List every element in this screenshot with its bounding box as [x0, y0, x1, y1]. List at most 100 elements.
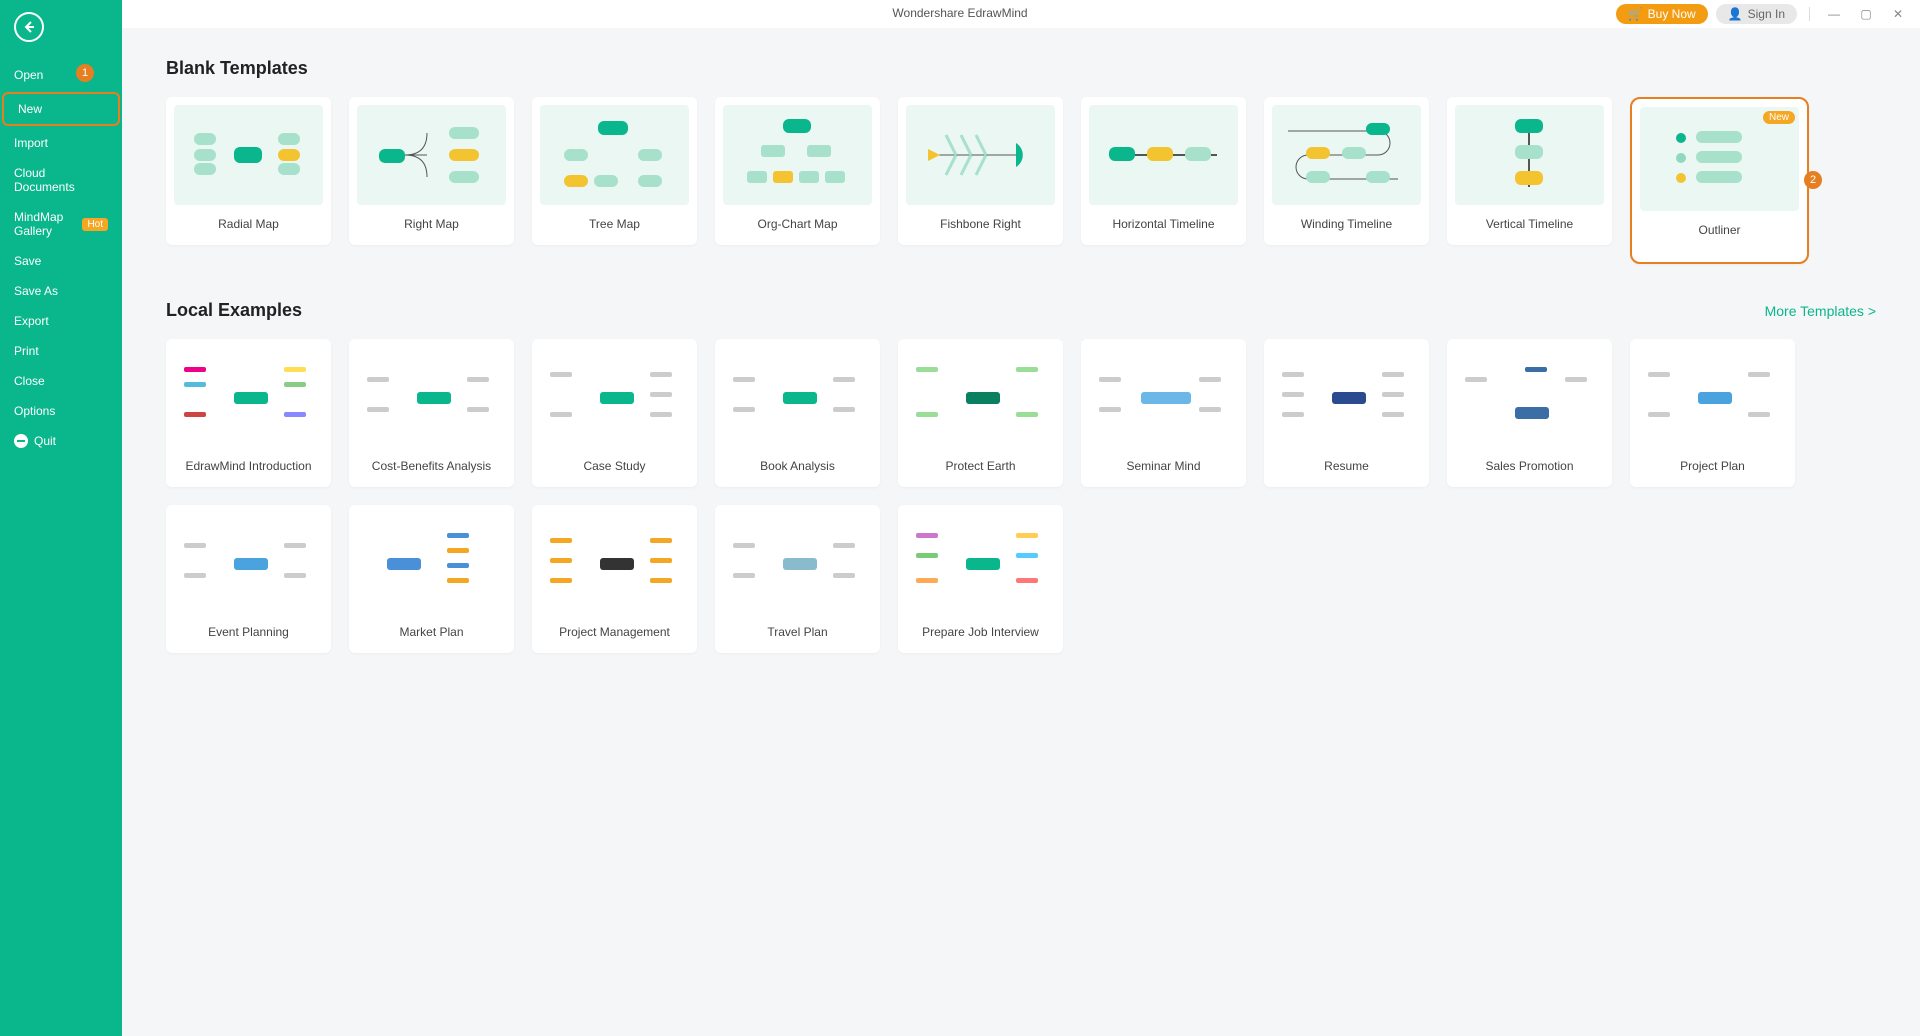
sidebar-item-export[interactable]: Export: [0, 306, 122, 336]
more-templates-link[interactable]: More Templates >: [1765, 303, 1876, 319]
template-thumb: [723, 105, 872, 205]
example-label: Book Analysis: [760, 459, 835, 473]
back-button[interactable]: [14, 12, 44, 42]
template-thumb: [540, 105, 689, 205]
buy-now-button[interactable]: 🛒 Buy Now: [1616, 4, 1708, 24]
template-radial-map[interactable]: Radial Map: [166, 97, 331, 245]
example-thumb: [540, 347, 689, 447]
template-thumb: [357, 105, 506, 205]
separator: [1809, 7, 1810, 21]
sidebar-item-label: Print: [14, 344, 39, 358]
example-resume[interactable]: Resume: [1264, 339, 1429, 487]
sign-in-label: Sign In: [1748, 7, 1785, 21]
step-2-badge: 2: [1804, 171, 1822, 189]
titlebar: Wondershare EdrawMind 🛒 Buy Now 👤 Sign I…: [0, 0, 1920, 28]
sidebar-item-new[interactable]: New: [2, 92, 120, 126]
example-thumb: [1455, 347, 1604, 447]
sidebar-items: Open New Import Cloud Documents MindMap …: [0, 60, 122, 456]
local-examples-title: Local Examples: [166, 300, 302, 321]
example-thumb: [1638, 347, 1787, 447]
example-thumb: [906, 513, 1055, 613]
template-horizontal-timeline[interactable]: Horizontal Timeline: [1081, 97, 1246, 245]
sidebar-item-options[interactable]: Options: [0, 396, 122, 426]
sidebar-item-save[interactable]: Save: [0, 246, 122, 276]
example-label: Project Management: [559, 625, 670, 639]
example-seminar-mind[interactable]: Seminar Mind: [1081, 339, 1246, 487]
local-examples-grid: EdrawMind Introduction Cost-Benefits Ana…: [166, 339, 1876, 653]
example-label: Protect Earth: [945, 459, 1015, 473]
example-thumb: [1089, 347, 1238, 447]
sidebar-item-import[interactable]: Import: [0, 128, 122, 158]
sidebar-item-label: New: [18, 102, 42, 116]
example-project-management[interactable]: Project Management: [532, 505, 697, 653]
template-thumb: [1272, 105, 1421, 205]
template-label: Fishbone Right: [940, 217, 1021, 231]
example-thumb: [357, 347, 506, 447]
sidebar-item-cloud-documents[interactable]: Cloud Documents: [0, 158, 122, 202]
template-vertical-timeline[interactable]: Vertical Timeline: [1447, 97, 1612, 245]
blank-templates-title: Blank Templates: [166, 58, 1876, 79]
example-thumb: [723, 513, 872, 613]
sidebar-item-open[interactable]: Open: [0, 60, 122, 90]
example-event-planning[interactable]: Event Planning: [166, 505, 331, 653]
sidebar-item-label: Quit: [34, 434, 56, 448]
sidebar-item-print[interactable]: Print: [0, 336, 122, 366]
example-protect-earth[interactable]: Protect Earth: [898, 339, 1063, 487]
example-market-plan[interactable]: Market Plan: [349, 505, 514, 653]
example-thumb: [906, 347, 1055, 447]
example-edrawmind-introduction[interactable]: EdrawMind Introduction: [166, 339, 331, 487]
sidebar-item-save-as[interactable]: Save As: [0, 276, 122, 306]
example-label: Case Study: [583, 459, 645, 473]
template-label: Tree Map: [589, 217, 640, 231]
template-label: Winding Timeline: [1301, 217, 1392, 231]
arrow-left-icon: [22, 20, 36, 34]
template-thumb: [906, 105, 1055, 205]
example-label: Travel Plan: [767, 625, 827, 639]
quit-icon: [14, 434, 28, 448]
example-cost-benefits-analysis[interactable]: Cost-Benefits Analysis: [349, 339, 514, 487]
template-winding-timeline[interactable]: Winding Timeline: [1264, 97, 1429, 245]
sidebar-item-label: Options: [14, 404, 55, 418]
example-label: Market Plan: [399, 625, 463, 639]
sidebar-item-mindmap-gallery[interactable]: MindMap GalleryHot: [0, 202, 122, 246]
buy-now-label: Buy Now: [1648, 7, 1696, 21]
sign-in-button[interactable]: 👤 Sign In: [1716, 4, 1797, 24]
sidebar: Open New Import Cloud Documents MindMap …: [0, 0, 122, 1036]
template-label: Radial Map: [218, 217, 279, 231]
template-label: Horizontal Timeline: [1112, 217, 1214, 231]
maximize-button[interactable]: ▢: [1854, 4, 1878, 24]
app-title: Wondershare EdrawMind: [892, 6, 1027, 20]
example-travel-plan[interactable]: Travel Plan: [715, 505, 880, 653]
example-label: Prepare Job Interview: [922, 625, 1039, 639]
template-thumb: [1089, 105, 1238, 205]
main-panel: Blank Templates Radial Map: [122, 28, 1920, 1036]
sidebar-item-label: MindMap Gallery: [14, 210, 76, 238]
example-thumb: [174, 513, 323, 613]
template-org-chart-map[interactable]: Org-Chart Map: [715, 97, 880, 245]
example-thumb: [174, 347, 323, 447]
template-label: Outliner: [1698, 223, 1740, 237]
sidebar-item-close[interactable]: Close: [0, 366, 122, 396]
sidebar-item-label: Close: [14, 374, 45, 388]
example-prepare-job-interview[interactable]: Prepare Job Interview: [898, 505, 1063, 653]
template-right-map[interactable]: Right Map: [349, 97, 514, 245]
template-outliner[interactable]: New Outliner: [1630, 97, 1809, 264]
example-label: Event Planning: [208, 625, 289, 639]
example-book-analysis[interactable]: Book Analysis: [715, 339, 880, 487]
template-label: Org-Chart Map: [757, 217, 837, 231]
example-label: EdrawMind Introduction: [185, 459, 311, 473]
template-tree-map[interactable]: Tree Map: [532, 97, 697, 245]
sidebar-item-quit[interactable]: Quit: [0, 426, 122, 456]
minimize-button[interactable]: —: [1822, 4, 1846, 24]
blank-templates-grid: Radial Map Right Map Tree Map: [166, 97, 1876, 264]
example-sales-promotion[interactable]: Sales Promotion: [1447, 339, 1612, 487]
template-thumb: New: [1640, 107, 1799, 211]
step-1-badge: 1: [76, 64, 94, 82]
example-thumb: [357, 513, 506, 613]
sidebar-item-label: Export: [14, 314, 49, 328]
close-button[interactable]: ✕: [1886, 4, 1910, 24]
example-case-study[interactable]: Case Study: [532, 339, 697, 487]
example-project-plan[interactable]: Project Plan: [1630, 339, 1795, 487]
template-fishbone-right[interactable]: Fishbone Right: [898, 97, 1063, 245]
sidebar-item-label: Open: [14, 68, 43, 82]
